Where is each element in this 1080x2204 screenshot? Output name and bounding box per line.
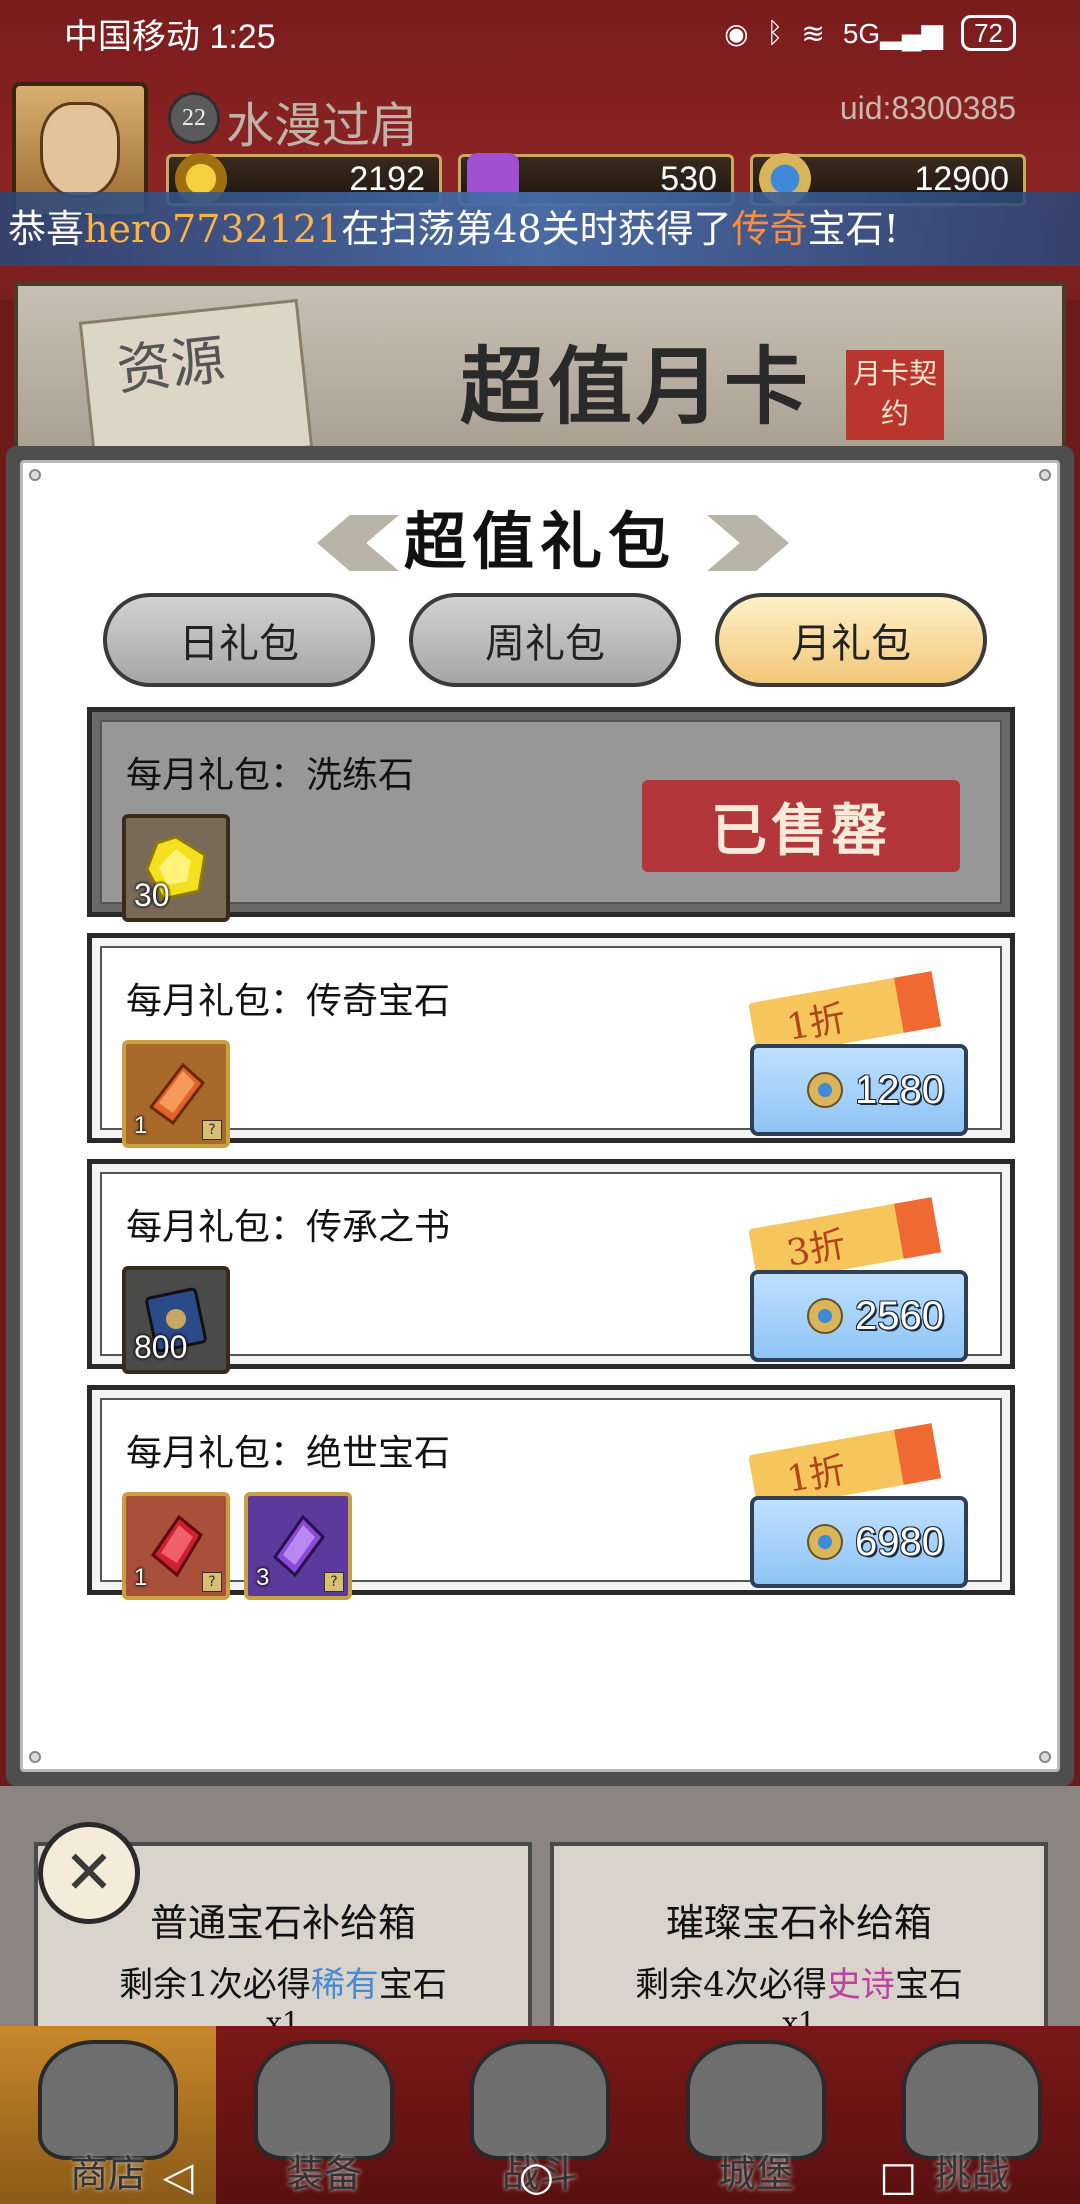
tab-daily[interactable]: 日礼包 <box>103 593 375 687</box>
package-card: 每月礼包：传奇宝石 1 ? 1折 1280 <box>87 933 1015 1148</box>
close-button[interactable]: ✕ <box>38 1822 140 1924</box>
swords-icon <box>470 2040 610 2160</box>
reward-item[interactable]: 30 <box>122 814 230 922</box>
package-card-inner: 每月礼包：传奇宝石 1 ? 1折 1280 <box>100 946 1002 1148</box>
box-pre: 剩余1次必得 <box>119 1965 311 2005</box>
home-icon[interactable]: ○ <box>519 2154 554 2200</box>
blue-coin-icon <box>807 1298 844 1334</box>
avatar-face <box>40 102 120 198</box>
item-count: 1 <box>134 1112 148 1139</box>
package-name: 每月礼包：洗练石 <box>126 755 415 796</box>
reward-item[interactable]: 1 ? <box>122 1040 230 1148</box>
package-card: 每月礼包：传承之书 800 3折 2560 <box>87 1159 1015 1374</box>
player-name: 水漫过肩 <box>226 98 419 154</box>
package-card: 每月礼包：绝世宝石 1 ? 3 ? 1折 6980 <box>87 1385 1015 1600</box>
banner-item: 传奇 <box>731 207 808 251</box>
question-mark-icon: ? <box>202 1120 222 1140</box>
banner-prefix: 恭喜 <box>8 207 85 251</box>
gift-pack-modal: 超值礼包 日礼包 周礼包 月礼包 每月礼包：洗练石 30 已售罄 每月礼包：传奇… <box>6 446 1074 1786</box>
banner-middle: 在扫荡第48关时获得了 <box>341 207 732 251</box>
system-navigation-bar: ◁ ○ □ <box>0 2150 1080 2204</box>
bluetooth-icon: ᛒ <box>766 17 784 48</box>
reward-item[interactable]: 3 ? <box>244 1492 352 1600</box>
status-bar: 中国移动 1:25 ◉ ᛒ ≋ 5G▂▄▆ 72 <box>0 0 1080 66</box>
carrier-time: 中国移动 1:25 <box>64 17 276 56</box>
bag-icon <box>254 2040 394 2160</box>
banner-user: hero7732121 <box>84 207 342 251</box>
wifi-icon: ≋ <box>801 17 825 49</box>
item-count: 30 <box>134 877 170 913</box>
item-count: 3 <box>256 1564 270 1591</box>
modal-title: 超值礼包 <box>403 505 676 578</box>
package-card-inner: 每月礼包：传承之书 800 3折 2560 <box>100 1172 1002 1374</box>
orange-gem-icon <box>148 1062 206 1126</box>
uid-label: uid:8300385 <box>839 90 1016 126</box>
box-pre: 剩余4次必得 <box>635 1965 827 2005</box>
shield-icon <box>902 2040 1042 2160</box>
buy-button[interactable]: 2560 <box>750 1270 968 1362</box>
question-mark-icon: ? <box>324 1572 344 1592</box>
item-count: 1 <box>134 1564 148 1591</box>
tab-monthly[interactable]: 月礼包 <box>715 593 987 687</box>
sold-out-stamp: 已售罄 <box>642 780 960 872</box>
signal-5g-icon: 5G▂▄▆ <box>842 17 944 49</box>
pack-tabs: 日礼包 周礼包 月礼包 <box>103 593 987 687</box>
brilliant-gem-supply-box[interactable]: 璀璨宝石补给箱 剩余4次必得史诗宝石 x1 <box>550 1842 1048 2039</box>
status-icons: ◉ ᛒ ≋ 5G▂▄▆ 72 <box>724 15 1016 51</box>
package-name: 每月礼包：绝世宝石 <box>126 1433 451 1474</box>
question-mark-icon: ? <box>202 1572 222 1592</box>
package-name: 每月礼包：传承之书 <box>126 1207 451 1248</box>
blue-coin-icon <box>807 1524 844 1560</box>
tab-weekly[interactable]: 周礼包 <box>409 593 681 687</box>
month-card-title: 超值月卡 <box>460 337 813 436</box>
buy-button[interactable]: 1280 <box>750 1044 968 1136</box>
close-icon: ✕ <box>63 1838 115 1908</box>
purple-gem-icon <box>273 1514 325 1578</box>
package-card-sold-out: 每月礼包：洗练石 30 已售罄 <box>87 707 1015 922</box>
box-post: 宝石 <box>894 1965 963 2005</box>
box-post: 宝石 <box>378 1965 447 2005</box>
corner-rivet <box>1039 469 1051 481</box>
blue-coin-icon <box>807 1072 844 1108</box>
corner-rivet <box>29 1751 41 1763</box>
castle-icon <box>686 2040 826 2160</box>
banner-suffix: 宝石! <box>807 207 899 251</box>
package-card-inner: 每月礼包：洗练石 30 已售罄 <box>100 720 1002 922</box>
box-subtitle: 剩余4次必得史诗宝石 <box>554 1957 1044 2006</box>
box-subtitle: 剩余1次必得稀有宝石 <box>38 1957 528 2006</box>
box-title: 璀璨宝石补给箱 <box>665 1901 932 1945</box>
package-card-inner: 每月礼包：绝世宝石 1 ? 3 ? 1折 6980 <box>100 1398 1002 1600</box>
corner-rivet <box>1039 1751 1051 1763</box>
box-quality: 史诗 <box>826 1965 895 2005</box>
corner-rivet <box>29 469 41 481</box>
box-quality: 稀有 <box>310 1965 379 2005</box>
price-label: 1280 <box>855 1067 944 1112</box>
item-count: 800 <box>134 1329 188 1365</box>
eye-icon: ◉ <box>724 17 749 49</box>
buy-button[interactable]: 6980 <box>750 1496 968 1588</box>
recents-icon[interactable]: □ <box>879 2154 917 2200</box>
reward-item[interactable]: 1 ? <box>122 1492 230 1600</box>
level-badge: 22 <box>168 92 220 144</box>
back-icon[interactable]: ◁ <box>163 2154 194 2200</box>
package-name: 每月礼包：传奇宝石 <box>126 981 451 1022</box>
price-label: 6980 <box>855 1519 944 1564</box>
battery-indicator: 72 <box>961 15 1016 51</box>
modal-body: 超值礼包 日礼包 周礼包 月礼包 每月礼包：洗练石 30 已售罄 每月礼包：传奇… <box>20 460 1060 1772</box>
shop-icon <box>38 2040 178 2160</box>
month-card-contract: 月卡契约 <box>846 350 944 440</box>
reward-item[interactable]: 800 <box>122 1266 230 1374</box>
red-gem-icon <box>150 1514 203 1578</box>
announcement-banner: 恭喜hero7732121在扫荡第48关时获得了传奇宝石! <box>0 192 1080 266</box>
price-label: 2560 <box>855 1293 944 1338</box>
